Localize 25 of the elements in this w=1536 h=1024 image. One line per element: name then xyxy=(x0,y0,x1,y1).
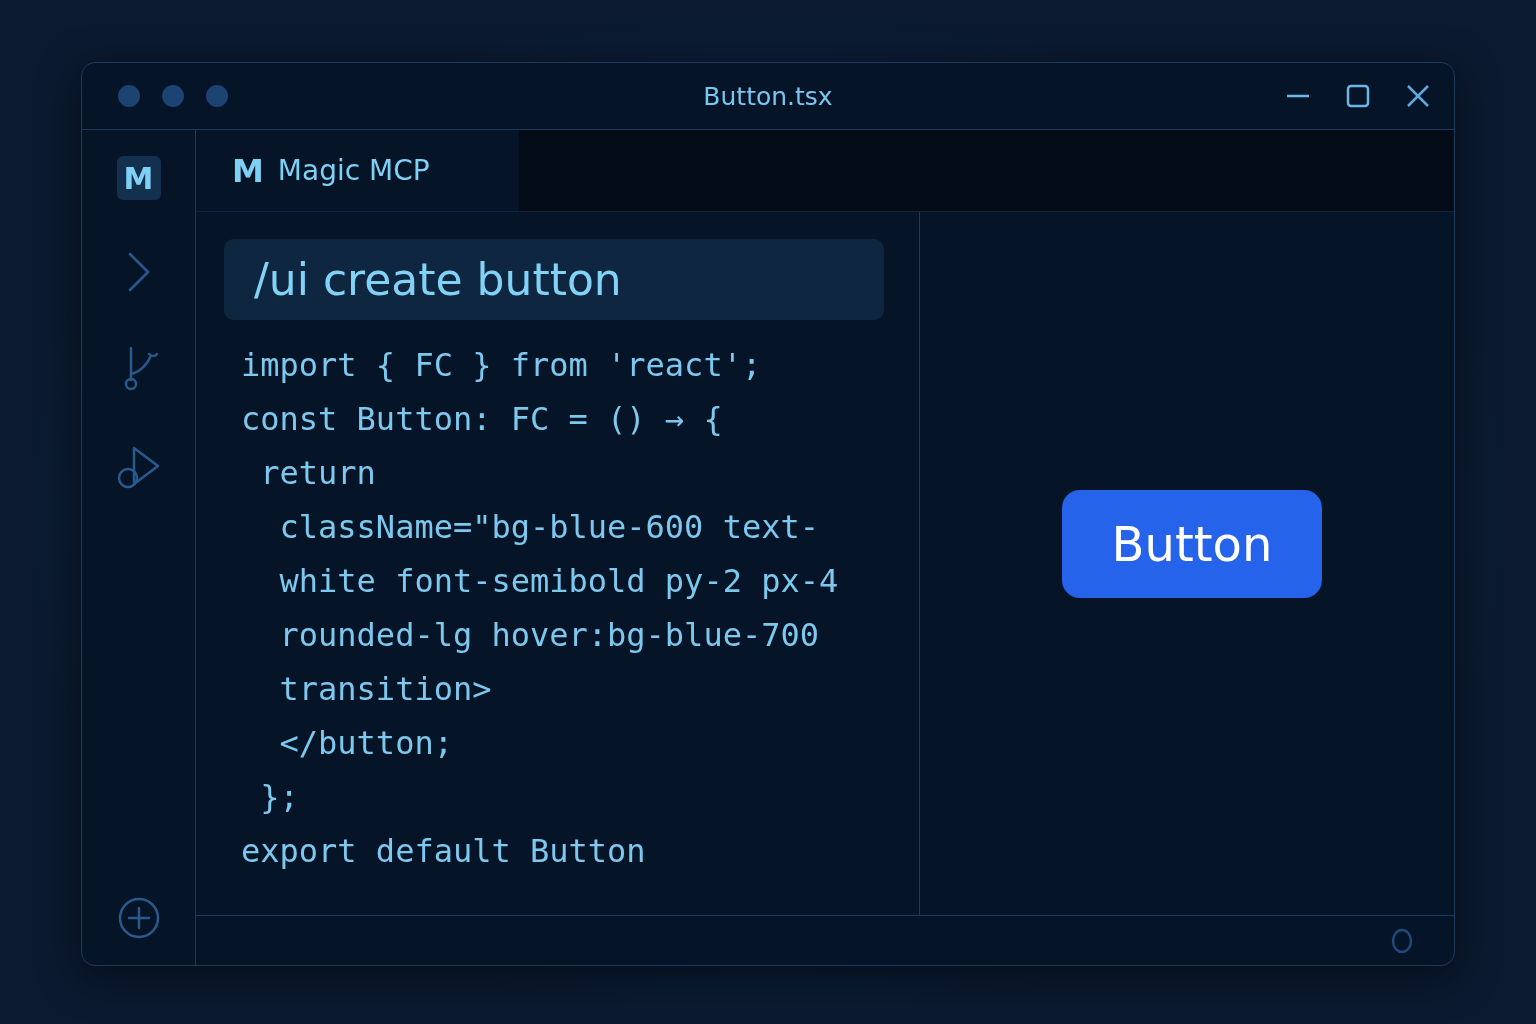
window-dot[interactable] xyxy=(118,85,140,107)
code-line: </button; xyxy=(278,723,453,764)
chevron-icon[interactable] xyxy=(126,252,151,292)
window-title: Button.tsx xyxy=(703,81,833,111)
window-dot[interactable] xyxy=(206,85,228,107)
editor-tab[interactable]: M Magic MCP xyxy=(196,130,519,211)
code-line: className="bg-blue-600 text- xyxy=(278,507,819,548)
circle-icon xyxy=(1390,926,1414,955)
code-line: transition> xyxy=(278,669,492,710)
code-line: export default Button xyxy=(241,831,646,872)
add-icon[interactable] xyxy=(117,897,160,939)
preview-button[interactable]: Button xyxy=(1062,489,1322,598)
prompt-field[interactable]: /ui create button xyxy=(224,239,884,320)
close-icon[interactable] xyxy=(1406,84,1430,108)
minimize-icon[interactable] xyxy=(1286,94,1310,98)
code-line: import { FC } from 'react'; xyxy=(241,345,762,386)
code-line: white font-semibold py-2 px-4 xyxy=(278,561,839,602)
code-line: }; xyxy=(259,777,299,818)
window-dot[interactable] xyxy=(162,85,184,107)
maximize-icon[interactable] xyxy=(1346,84,1370,108)
code-line: rounded-lg hover:bg-blue-700 xyxy=(278,615,819,656)
code-line: return xyxy=(259,453,376,494)
code-line: const Button: FC = () → { xyxy=(241,399,723,440)
run-debug-icon[interactable] xyxy=(115,444,162,490)
logo-badge[interactable]: M xyxy=(116,156,161,200)
